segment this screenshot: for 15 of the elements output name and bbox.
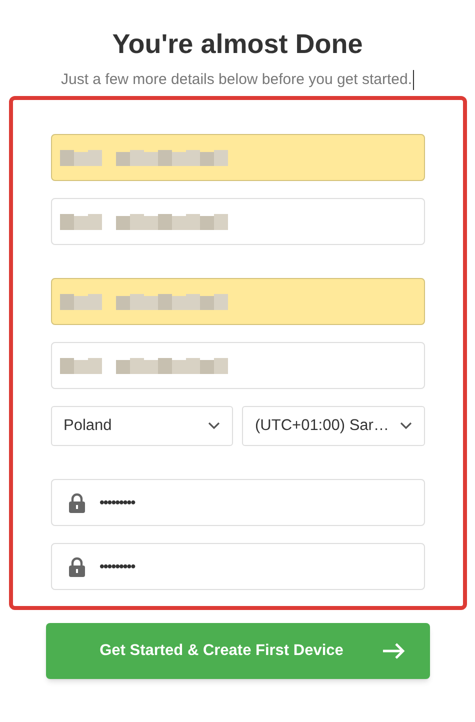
password-field[interactable]: ••••••••• <box>50 479 424 526</box>
input-field[interactable] <box>50 342 424 389</box>
chevron-down-icon <box>208 422 220 430</box>
subtitle: Just a few more details below before you get started. <box>60 70 414 90</box>
select-dropdown[interactable]: (UTC+01:00) Sar… <box>242 406 424 446</box>
input-field[interactable] <box>50 198 424 245</box>
lock-icon <box>68 492 84 512</box>
select-dropdown[interactable]: Poland <box>50 406 233 446</box>
password-field[interactable]: ••••••••• <box>50 543 424 590</box>
arrow-right-icon <box>383 643 406 659</box>
input-field[interactable] <box>50 134 424 181</box>
lock-icon <box>68 556 84 576</box>
page-title: You're almost Done <box>112 28 363 61</box>
chevron-down-icon <box>400 422 412 430</box>
input-field[interactable] <box>50 278 424 325</box>
